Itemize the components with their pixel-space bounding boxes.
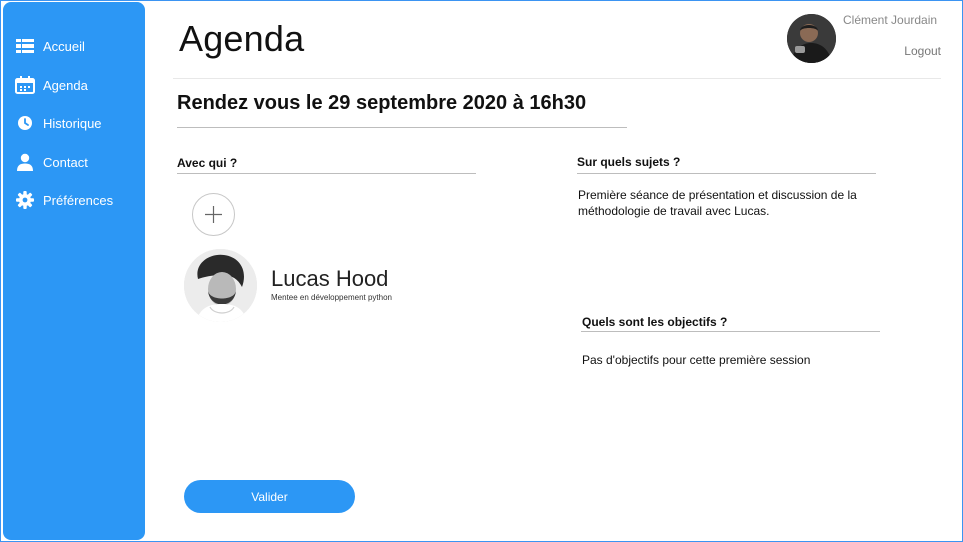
add-contact-button[interactable] [192, 193, 235, 236]
logout-link[interactable]: Logout [904, 44, 941, 58]
gear-icon [15, 190, 35, 210]
with-whom-label: Avec qui ? [177, 156, 238, 170]
dashboard-icon [15, 36, 35, 56]
sidebar-item-label: Contact [43, 154, 88, 170]
subjects-text: Première séance de présentation et discu… [578, 188, 857, 218]
page-title: Agenda [179, 18, 305, 59]
user-avatar[interactable] [787, 14, 836, 63]
subjects-underline [577, 173, 876, 174]
contact-name: Lucas Hood [271, 266, 389, 291]
sidebar-item-label: Historique [43, 115, 102, 131]
sidebar-item-preferences[interactable]: Préférences [15, 188, 113, 212]
sidebar-item-contact[interactable]: Contact [15, 150, 88, 174]
objectives-underline [581, 331, 880, 332]
objectives-text: Pas d'objectifs pour cette première sess… [582, 353, 811, 367]
contact-role: Mentee en développement python [271, 293, 392, 302]
header-divider [173, 78, 941, 79]
sidebar-item-label: Agenda [43, 77, 88, 93]
calendar-icon [15, 75, 35, 95]
person-icon [15, 152, 35, 172]
sidebar-item-label: Préférences [43, 192, 114, 208]
subjects-label: Sur quels sujets ? [577, 155, 681, 169]
sidebar-item-agenda[interactable]: Agenda [15, 73, 88, 97]
validate-button[interactable]: Valider [184, 480, 355, 513]
sidebar-item-historique[interactable]: Historique [15, 111, 102, 135]
appointment-title: Rendez vous le 29 septembre 2020 à 16h30 [177, 92, 587, 114]
objectives-label: Quels sont les objectifs ? [582, 315, 728, 329]
sidebar-item-label: Accueil [43, 38, 85, 54]
user-name: Clément Jourdain [843, 13, 938, 27]
sidebar-item-accueil[interactable]: Accueil [15, 34, 85, 58]
contact-avatar [184, 249, 257, 322]
with-whom-underline [177, 173, 476, 174]
sidebar: Accueil Agenda Historique Contact Préfér… [3, 2, 145, 540]
appointment-title-underline [177, 127, 627, 128]
plus-icon [205, 206, 222, 223]
clock-icon [15, 113, 35, 133]
